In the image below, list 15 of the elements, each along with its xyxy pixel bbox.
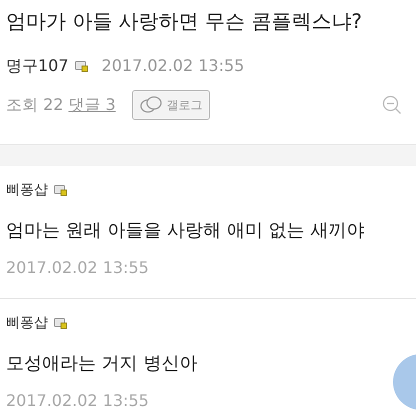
comment-text: 모성애라는 거지 병신아 [6, 352, 198, 376]
member-badge-icon [54, 318, 67, 329]
commenter-name[interactable]: 삐퐁샵 [6, 313, 48, 334]
speech-bubbles-icon [138, 96, 163, 114]
comment-date: 2017.02.02 13:55 [6, 257, 150, 279]
view-count: 조회 22 [6, 94, 64, 116]
author-name[interactable]: 명구107 [6, 54, 69, 78]
post-date: 2017.02.02 13:55 [102, 55, 244, 77]
comment-date: 2017.02.02 13:55 [6, 390, 150, 412]
member-badge-icon [54, 185, 67, 196]
comment-text: 엄마는 원래 아들을 사랑해 애미 없는 새끼야 [6, 219, 366, 243]
member-badge-icon [74, 60, 88, 72]
commenter-name[interactable]: 삐퐁샵 [6, 180, 48, 201]
post-title: 엄마가 아들 사랑하면 무슨 콤플렉스냐? [6, 8, 364, 35]
zoom-out-icon[interactable] [382, 95, 402, 115]
